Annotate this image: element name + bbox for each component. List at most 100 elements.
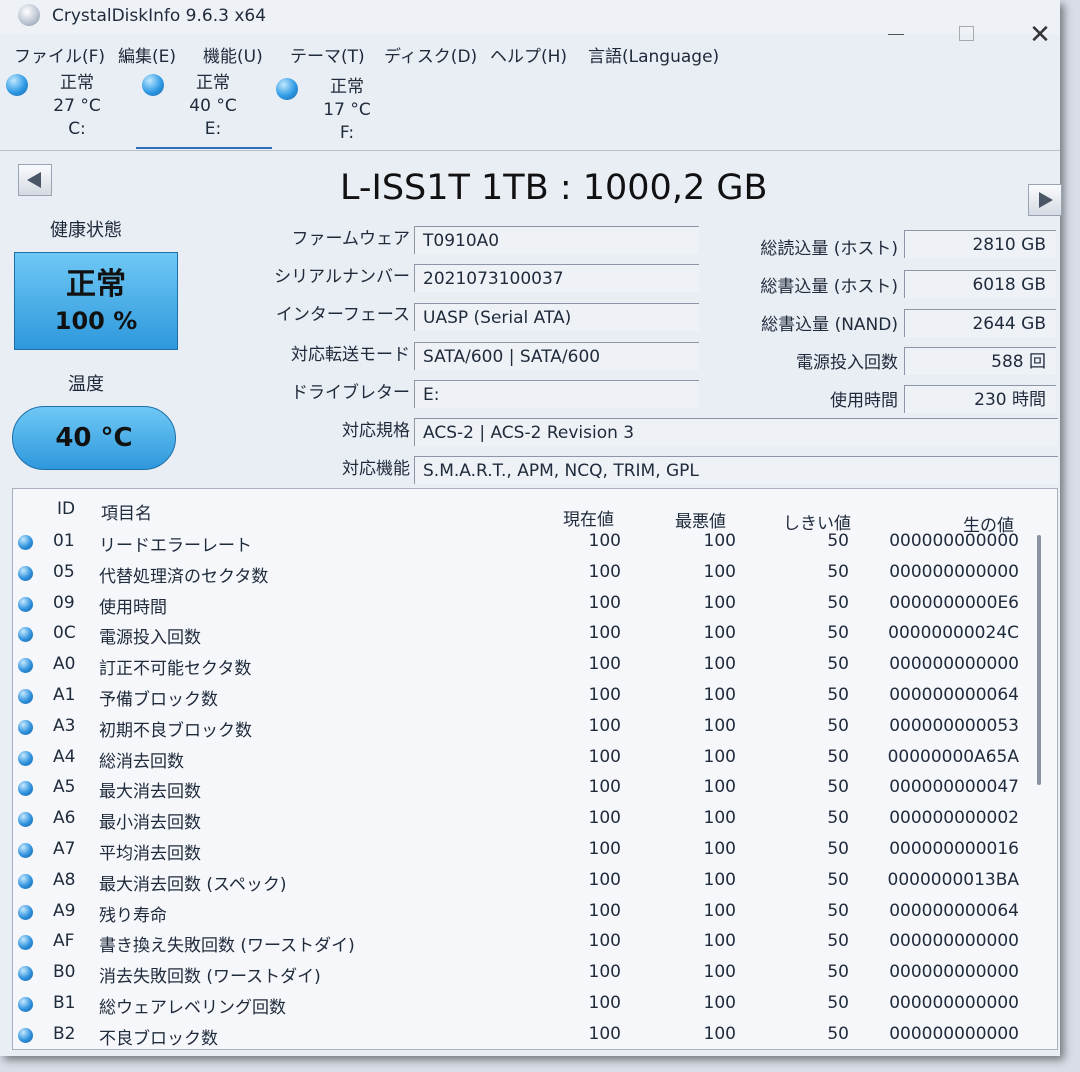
cell-worst: 100	[703, 869, 736, 890]
table-row[interactable]: A5 最大消去回数 100 100 50 000000000047	[13, 773, 1043, 804]
serial-value: 2021073100037	[414, 264, 699, 292]
cell-raw: 000000000000	[889, 962, 1019, 983]
disk-letter: C:	[68, 119, 86, 139]
status-good-icon	[18, 812, 33, 828]
table-row[interactable]: A3 初期不良ブロック数 100 100 50 000000000053	[13, 712, 1043, 743]
serial-label: シリアルナンバー	[274, 267, 410, 287]
menu-language[interactable]: 言語(Language)	[588, 42, 719, 67]
cell-id: A6	[53, 808, 76, 829]
cell-name: 予備ブロック数	[99, 690, 218, 710]
firmware-label: ファームウェア	[291, 229, 411, 249]
scrollbar[interactable]	[1037, 535, 1041, 785]
crystal-disk-icon	[18, 4, 40, 26]
table-row[interactable]: B0 消去失敗回数 (ワーストダイ) 100 100 50 000000000000	[13, 958, 1043, 989]
menu-theme[interactable]: テーマ(T)	[290, 42, 365, 67]
disk-model-title: L-ISS1T 1TB : 1000,2 GB	[340, 168, 768, 208]
cell-worst: 100	[703, 561, 736, 582]
table-row[interactable]: A7 平均消去回数 100 100 50 000000000016	[13, 835, 1043, 866]
table-row[interactable]: 05 代替処理済のセクタ数 100 100 50 000000000000	[13, 558, 1043, 589]
table-row[interactable]: 09 使用時間 100 100 50 0000000000E6	[13, 589, 1043, 620]
temperature-label: 温度	[68, 374, 104, 395]
cell-name: 総消去回数	[99, 751, 184, 772]
cell-id: 01	[53, 531, 75, 551]
status-good-icon	[18, 627, 33, 643]
disk-letter: F:	[339, 123, 355, 143]
interface-value: UASP (Serial ATA)	[414, 303, 699, 331]
cell-raw: 000000000047	[889, 777, 1019, 798]
previous-disk-button[interactable]	[18, 164, 52, 196]
next-disk-button[interactable]	[1028, 184, 1062, 216]
cell-worst: 100	[703, 839, 736, 859]
cell-current: 100	[588, 962, 621, 983]
status-good-icon	[18, 719, 33, 735]
health-percent: 100 %	[54, 307, 138, 335]
cell-raw: 000000000064	[889, 685, 1019, 705]
table-row[interactable]: AF 書き換え失敗回数 (ワーストダイ) 100 100 50 000000000000	[13, 927, 1043, 958]
cell-name: 訂正不可能セクタ数	[99, 659, 252, 680]
menu-disk[interactable]: ディスク(D)	[384, 42, 477, 67]
cell-worst: 100	[703, 931, 736, 952]
status-good-icon	[18, 904, 33, 920]
menu-edit[interactable]: 編集(E)	[118, 42, 176, 67]
header-name[interactable]: 項目名	[101, 499, 152, 524]
menu-file[interactable]: ファイル(F)	[14, 42, 105, 67]
cell-id: A5	[53, 777, 76, 798]
cell-id: AF	[53, 931, 75, 952]
disk-tab-e[interactable]: 正常 40 °C E:	[136, 68, 277, 150]
table-row[interactable]: A6 最小消去回数 100 100 50 000000000002	[13, 804, 1043, 835]
menu-help[interactable]: ヘルプ(H)	[490, 42, 567, 67]
table-row[interactable]: 01 リードエラーレート 100 100 50 000000000000	[13, 527, 1043, 558]
cell-current: 100	[588, 746, 621, 767]
cell-raw: 000000000000	[889, 931, 1019, 952]
table-row[interactable]: A8 最大消去回数 (スペック) 100 100 50 0000000013BA	[13, 866, 1043, 897]
header-id[interactable]: ID	[57, 499, 75, 519]
status-good-icon	[18, 596, 33, 612]
table-row[interactable]: 0C 電源投入回数 100 100 50 00000000024C	[13, 619, 1043, 650]
temperature-box[interactable]: 40 °C	[12, 406, 176, 470]
status-good-icon	[18, 689, 33, 704]
cell-raw: 000000000000	[889, 654, 1019, 675]
cell-id: A1	[53, 685, 76, 705]
cell-id: A3	[53, 715, 76, 736]
table-row[interactable]: A4 総消去回数 100 100 50 00000000A65A	[13, 743, 1043, 774]
table-row[interactable]: A9 残り寿命 100 100 50 000000000064	[13, 897, 1043, 928]
table-row[interactable]: A0 訂正不可能セクタ数 100 100 50 000000000000	[13, 650, 1043, 681]
cell-worst: 100	[703, 962, 736, 983]
cell-threshold: 50	[827, 592, 849, 613]
disk-temp: 27 °C	[53, 96, 101, 116]
cell-name: 代替処理済のセクタ数	[99, 566, 269, 587]
disk-tab-f[interactable]: 正常 17 °C F:	[276, 68, 411, 150]
table-row[interactable]: B2 不良ブロック数 100 100 50 000000000000	[13, 1020, 1043, 1049]
cell-current: 100	[588, 654, 621, 675]
power-count-value: 588 回	[904, 347, 1056, 375]
cell-threshold: 50	[827, 623, 849, 644]
cell-raw: 000000000016	[889, 839, 1019, 859]
active-tab-indicator	[136, 147, 272, 149]
menu-function[interactable]: 機能(U)	[203, 42, 263, 67]
disk-status: 正常	[60, 73, 94, 93]
nand-writes-label: 総書込量 (NAND)	[761, 315, 898, 335]
cell-id: A8	[53, 869, 76, 890]
cell-worst: 100	[703, 715, 736, 736]
table-row[interactable]: B1 総ウェアレベリング回数 100 100 50 000000000000	[13, 989, 1043, 1020]
menu-bar: ファイル(F) 編集(E) 機能(U) テーマ(T) ディスク(D) ヘルプ(H…	[0, 40, 1060, 68]
cell-threshold: 50	[827, 654, 849, 675]
cell-name: 不良ブロック数	[99, 1028, 218, 1049]
status-good-icon	[18, 966, 33, 982]
cell-threshold: 50	[827, 839, 849, 859]
smart-table[interactable]: ID 項目名 現在値 最悪値 しきい値 生の値 01 リードエラーレート 100 10…	[12, 488, 1058, 1050]
disk-tab-c[interactable]: 正常 27 °C C:	[6, 68, 141, 150]
cell-name: 平均消去回数	[99, 844, 201, 864]
health-status: 正常	[66, 267, 126, 302]
cell-threshold: 50	[827, 746, 849, 767]
cell-threshold: 50	[827, 962, 849, 983]
disk-letter: E:	[204, 119, 222, 139]
status-good-icon	[18, 658, 33, 674]
crystaldiskinfo-window: CrystalDiskInfo 9.6.3 x64 ✕ ファイル(F) 編集(E…	[0, 0, 1062, 1056]
cell-current: 100	[588, 993, 621, 1013]
cell-threshold: 50	[827, 777, 849, 798]
health-status-box[interactable]: 正常 100 %	[14, 252, 178, 350]
cell-raw: 000000000064	[889, 900, 1019, 921]
table-row[interactable]: A1 予備ブロック数 100 100 50 000000000064	[13, 681, 1043, 712]
status-good-icon	[18, 935, 33, 951]
